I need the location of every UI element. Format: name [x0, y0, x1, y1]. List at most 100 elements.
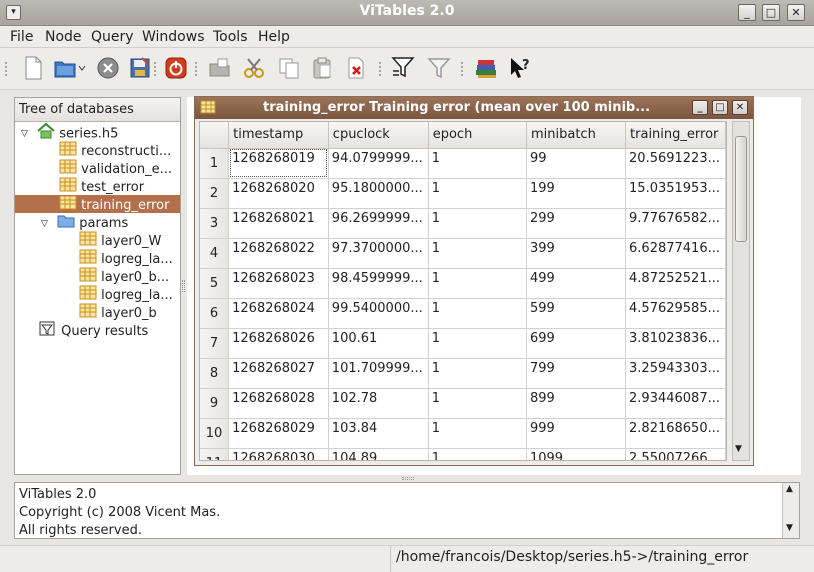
table-cell[interactable]: 1268268028 [228, 388, 329, 419]
tree-item-file[interactable]: ▽ series.h5 [15, 122, 180, 143]
collapse-arrow-icon[interactable]: ▽ [41, 215, 53, 233]
row-header[interactable]: 7 [200, 328, 230, 359]
table-cell[interactable]: 1 [428, 208, 527, 239]
table-cell[interactable]: 799 [526, 358, 627, 389]
table-cell[interactable]: 1268268027 [228, 358, 329, 389]
delete-queries-icon[interactable] [426, 55, 452, 81]
scroll-down-arrow-icon[interactable]: ▼ [786, 523, 793, 533]
table-cell[interactable]: 6.62877416... [625, 238, 726, 269]
table-cell[interactable]: 4.87252521... [625, 268, 726, 299]
open-node-icon[interactable] [207, 55, 233, 81]
row-header[interactable]: 2 [200, 178, 230, 209]
column-header[interactable]: timestamp [228, 122, 329, 149]
tree-item-selected[interactable]: training_error [15, 195, 180, 213]
table-cell[interactable]: 1268268021 [228, 208, 329, 239]
table-cell[interactable]: 3.81023836... [625, 328, 726, 359]
tree-item-group[interactable]: ▽ params [15, 213, 180, 231]
close-button[interactable]: ✕ [787, 4, 805, 21]
query-icon[interactable] [391, 55, 417, 81]
tree-item-leaf[interactable]: layer0_W [15, 231, 180, 249]
table-cell[interactable]: 99.5400000... [328, 298, 429, 329]
row-header[interactable]: 9 [200, 388, 230, 419]
splitter-handle[interactable] [402, 477, 414, 480]
save-as-icon[interactable] [127, 55, 153, 81]
vertical-scrollbar[interactable]: ▼ [732, 121, 750, 461]
scroll-down-arrow-icon[interactable]: ▼ [735, 444, 742, 454]
row-header[interactable]: 10 [200, 418, 230, 449]
row-header[interactable]: 4 [200, 238, 230, 269]
paste-icon[interactable] [309, 55, 335, 81]
quit-icon[interactable] [163, 55, 189, 81]
minimize-button[interactable]: _ [738, 4, 756, 21]
table-cell[interactable]: 2.55007266... [625, 448, 726, 460]
table-cell[interactable]: 1 [428, 448, 527, 460]
corner-header[interactable] [200, 122, 230, 149]
row-header[interactable]: 8 [200, 358, 230, 389]
table-cell[interactable]: 1099 [526, 448, 627, 460]
table-cell[interactable]: 1268268022 [228, 238, 329, 269]
table-cell[interactable]: 399 [526, 238, 627, 269]
table-cell[interactable]: 2.93446087... [625, 388, 726, 419]
table-cell[interactable]: 299 [526, 208, 627, 239]
table-cell[interactable]: 99 [526, 148, 627, 179]
table-cell[interactable]: 101.709999... [328, 358, 429, 389]
table-cell[interactable]: 199 [526, 178, 627, 209]
tree-view[interactable]: ▽ series.h5 reconstructi... validation_e… [15, 122, 180, 339]
collapse-arrow-icon[interactable]: ▽ [21, 125, 33, 143]
close-file-icon[interactable] [95, 55, 121, 81]
table-cell[interactable]: 20.5691223... [625, 148, 726, 179]
table-cell[interactable]: 103.84 [328, 418, 429, 449]
delete-icon[interactable] [343, 55, 369, 81]
table-cell[interactable]: 1268268023 [228, 268, 329, 299]
table-cell[interactable]: 97.3700000... [328, 238, 429, 269]
scroll-up-arrow-icon[interactable]: ▲ [786, 484, 793, 494]
table-cell[interactable]: 98.4599999... [328, 268, 429, 299]
copy-icon[interactable] [276, 55, 302, 81]
new-file-icon[interactable] [20, 55, 46, 81]
menu-query[interactable]: Query [91, 28, 134, 46]
table-cell[interactable]: 102.78 [328, 388, 429, 419]
table-cell[interactable]: 1 [428, 238, 527, 269]
table-cell[interactable]: 1268268029 [228, 418, 329, 449]
subwindow-maximize-button[interactable]: □ [712, 100, 728, 115]
subwindow-minimize-button[interactable]: _ [692, 100, 708, 115]
column-header[interactable]: minibatch [526, 122, 627, 149]
table-cell[interactable]: 100.61 [328, 328, 429, 359]
subwindow-titlebar[interactable]: training_error Training error (mean over… [195, 97, 753, 119]
table-cell[interactable]: 15.0351953... [625, 178, 726, 209]
table-cell[interactable]: 1268268030 [228, 448, 329, 460]
log-scrollbar[interactable]: ▲ ▼ [782, 483, 799, 538]
row-header[interactable]: 11 [200, 448, 230, 460]
table-cell[interactable]: 104.89 [328, 448, 429, 460]
table-cell[interactable]: 1268268019 [228, 148, 329, 179]
tree-item-leaf[interactable]: layer0_b [15, 303, 180, 321]
tree-item-leaf[interactable]: test_error [15, 177, 180, 195]
table-cell[interactable]: 499 [526, 268, 627, 299]
table-cell[interactable]: 9.77676582... [625, 208, 726, 239]
tree-item-leaf[interactable]: logreg_la... [15, 285, 180, 303]
data-table[interactable]: timestamp cpuclock epoch minibatch train… [199, 121, 727, 461]
table-cell[interactable]: 899 [526, 388, 627, 419]
table-cell[interactable]: 1 [428, 328, 527, 359]
row-header[interactable]: 5 [200, 268, 230, 299]
table-cell[interactable]: 1 [428, 418, 527, 449]
whats-this-icon[interactable]: ? [507, 55, 533, 81]
menu-windows[interactable]: Windows [142, 28, 205, 46]
table-cell[interactable]: 1 [428, 178, 527, 209]
table-cell[interactable]: 95.1800000... [328, 178, 429, 209]
table-cell[interactable]: 2.82168650... [625, 418, 726, 449]
tree-item-leaf[interactable]: validation_e... [15, 159, 180, 177]
menu-tools[interactable]: Tools [213, 28, 248, 46]
scrollbar-thumb[interactable] [735, 136, 747, 242]
subwindow-close-button[interactable]: ✕ [732, 100, 748, 115]
table-cell[interactable]: 1 [428, 268, 527, 299]
table-cell[interactable]: 1 [428, 388, 527, 419]
menu-help[interactable]: Help [258, 28, 290, 46]
table-cell[interactable]: 1268268026 [228, 328, 329, 359]
table-cell[interactable]: 1 [428, 148, 527, 179]
table-cell[interactable]: 4.57629585... [625, 298, 726, 329]
table-cell[interactable]: 3.25943303... [625, 358, 726, 389]
open-file-icon[interactable] [54, 55, 86, 81]
row-header[interactable]: 6 [200, 298, 230, 329]
column-header[interactable]: training_error [625, 122, 726, 149]
